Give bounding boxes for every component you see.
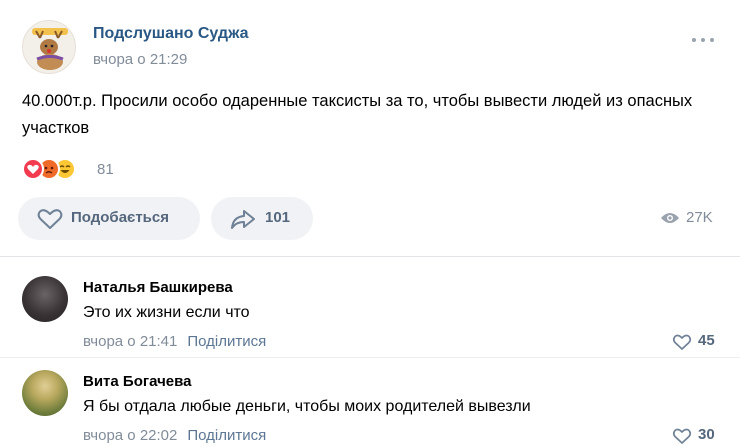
- post-header: Подслушано Суджа вчора о 21:29: [22, 20, 722, 76]
- commenter-avatar[interactable]: [22, 370, 68, 416]
- heart-outline-icon: [37, 209, 63, 229]
- like-label: Подобається: [71, 209, 169, 226]
- comment-author[interactable]: Наталья Башкирева: [83, 279, 233, 296]
- post-time[interactable]: вчора о 21:29: [93, 51, 187, 68]
- eye-icon: [661, 213, 679, 223]
- views-count: 27K: [686, 209, 713, 226]
- comment-like-button[interactable]: 45: [672, 332, 718, 352]
- comment-meta: вчора о 22:02 Поділитися: [83, 427, 266, 444]
- heart-reaction-icon: [22, 158, 44, 180]
- reindeer-logo-icon: [32, 28, 68, 70]
- share-button[interactable]: 101: [211, 197, 313, 240]
- comment-separator: [0, 357, 740, 358]
- comment-time[interactable]: вчора о 22:02: [83, 427, 177, 444]
- share-arrow-icon: [231, 210, 255, 229]
- share-count: 101: [265, 209, 291, 226]
- comment-share-link[interactable]: Поділитися: [187, 427, 266, 444]
- group-name-link[interactable]: Подслушано Суджа: [93, 25, 249, 43]
- commenter-avatar[interactable]: [22, 276, 68, 322]
- comment-like-count: 45: [698, 332, 715, 349]
- heart-outline-icon: [672, 428, 692, 444]
- views-counter: 27K: [660, 209, 720, 229]
- group-avatar[interactable]: [22, 20, 76, 74]
- post-actions: Подобається 101 27K: [18, 197, 722, 241]
- comment-time[interactable]: вчора о 21:41: [83, 333, 177, 350]
- comment-meta: вчора о 21:41 Поділитися: [83, 333, 266, 350]
- reactions-count: 81: [97, 161, 114, 178]
- comment-like-button[interactable]: 30: [672, 426, 718, 446]
- more-options-icon[interactable]: [692, 36, 714, 44]
- comment-item: Наталья Башкирева Это их жизни если что …: [22, 276, 722, 356]
- comment-author[interactable]: Вита Богачева: [83, 373, 192, 390]
- post-text: 40.000т.р. Просили особо одаренные такси…: [22, 92, 693, 137]
- heart-outline-icon: [672, 334, 692, 350]
- comment-text: Это их жизни если что: [83, 304, 250, 321]
- comment-like-count: 30: [698, 426, 715, 443]
- post-divider: [0, 256, 740, 257]
- like-button[interactable]: Подобається: [18, 197, 200, 240]
- comment-item: Вита Богачева Я бы отдала любые деньги, …: [22, 370, 722, 448]
- comment-text: Я бы отдала любые деньги, чтобы моих род…: [83, 398, 531, 415]
- comment-share-link[interactable]: Поділитися: [187, 333, 266, 350]
